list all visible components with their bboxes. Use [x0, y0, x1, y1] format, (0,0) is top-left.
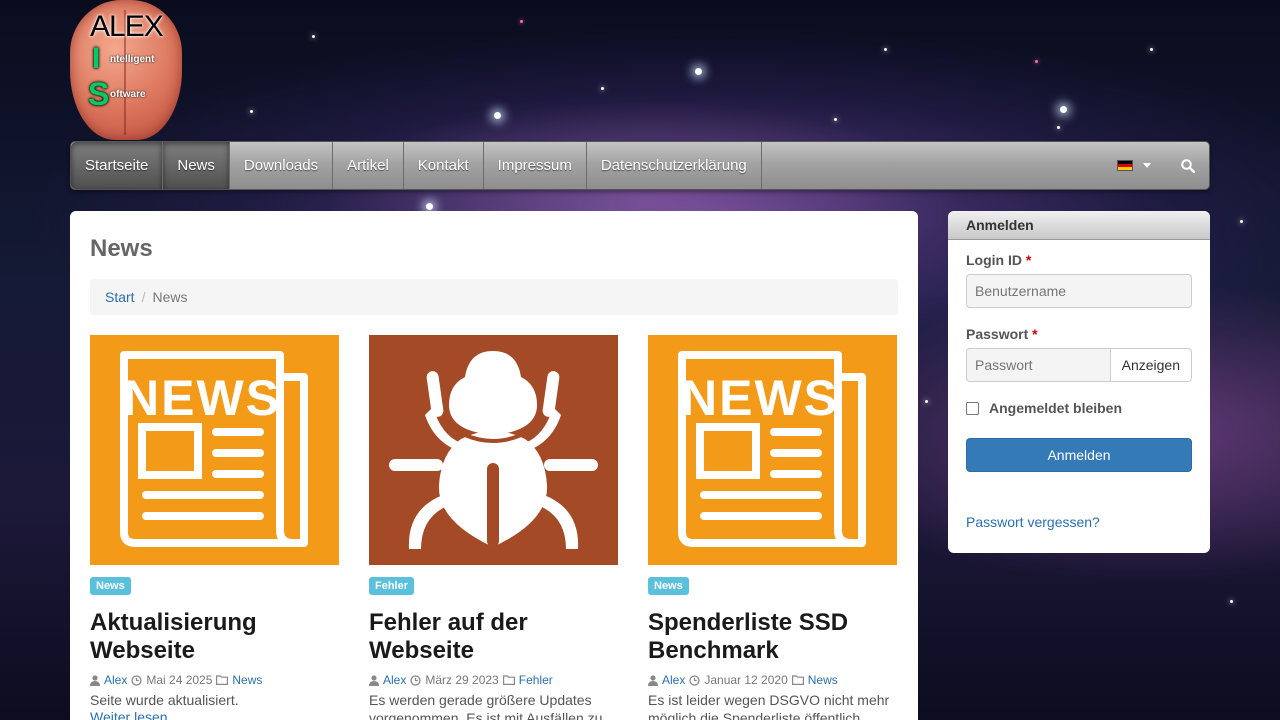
login-panel-title: Anmelden — [948, 211, 1210, 240]
news-title[interactable]: Aktualisierung Webseite — [90, 609, 339, 665]
password-input[interactable] — [966, 348, 1111, 382]
required-mark: * — [1025, 252, 1032, 268]
news-date: Januar 12 2020 — [704, 673, 788, 687]
clock-icon — [410, 674, 421, 686]
news-meta: Alex Mai 24 2025 News — [90, 673, 339, 687]
language-dropdown[interactable] — [1101, 160, 1167, 171]
breadcrumb: Start / News — [90, 279, 898, 315]
username-input[interactable] — [966, 274, 1192, 308]
author-link[interactable]: Alex — [104, 673, 127, 687]
nav-item-startseite[interactable]: Startseite — [71, 142, 164, 189]
required-mark: * — [1032, 326, 1038, 342]
folder-icon — [791, 675, 804, 685]
news-excerpt: Es ist leider wegen DSGVO nicht mehr mög… — [648, 692, 890, 720]
news-title[interactable]: Fehler auf der Webseite — [369, 609, 618, 665]
news-title[interactable]: Spenderliste SSD Benchmark — [648, 609, 897, 665]
category-badge[interactable]: News — [90, 577, 131, 595]
logo-letter-i: I — [92, 42, 101, 75]
page-title: News — [90, 235, 153, 262]
nav-item-kontakt[interactable]: Kontakt — [404, 142, 484, 189]
news-card: NEWS News Spenderliste SSD Benchmark Ale… — [648, 335, 897, 720]
newspaper-icon: NEWS — [678, 351, 866, 547]
show-password-button[interactable]: Anzeigen — [1110, 348, 1192, 382]
category-link[interactable]: Fehler — [519, 673, 553, 687]
logo-text-alex: ALEX — [90, 10, 164, 43]
german-flag-icon — [1117, 160, 1133, 171]
user-icon — [369, 674, 379, 686]
clock-icon — [131, 674, 142, 686]
news-meta: Alex März 29 2023 Fehler — [369, 673, 618, 687]
news-panel: News Start / News NEWS News Aktualisieru… — [70, 211, 918, 720]
svg-text:NEWS: NEWS — [123, 370, 281, 426]
search-icon — [1181, 158, 1195, 173]
breadcrumb-home-link[interactable]: Start — [105, 289, 135, 305]
category-link[interactable]: News — [232, 673, 262, 687]
bug-icon — [389, 351, 598, 549]
news-meta: Alex Januar 12 2020 News — [648, 673, 897, 687]
remember-me-label: Angemeldet bleiben — [989, 400, 1123, 416]
logo-word-intelligent: ntelligent — [110, 54, 155, 65]
news-date: März 29 2023 — [425, 673, 499, 687]
news-excerpt: Seite wurde aktualisiert. — [90, 692, 239, 708]
login-panel: Anmelden Login ID * Passwort * Anzeigen … — [948, 211, 1210, 553]
news-card-image[interactable]: NEWS — [90, 335, 339, 565]
news-excerpt: Es werden gerade größere Updates vorgeno… — [369, 692, 603, 720]
remember-me-checkbox[interactable] — [966, 401, 979, 415]
news-card: Fehler Fehler auf der Webseite Alex März… — [369, 335, 618, 720]
search-button[interactable] — [1167, 158, 1209, 173]
newspaper-icon: NEWS — [120, 351, 308, 547]
author-link[interactable]: Alex — [662, 673, 685, 687]
folder-icon — [216, 675, 229, 685]
nav-item-artikel[interactable]: Artikel — [333, 142, 404, 189]
nav-item-news[interactable]: News — [163, 142, 230, 189]
login-id-label: Login ID * — [966, 252, 1032, 268]
svg-text:NEWS: NEWS — [681, 370, 839, 426]
breadcrumb-current: News — [152, 289, 188, 305]
author-link[interactable]: Alex — [383, 673, 406, 687]
read-more-link[interactable]: Weiter lesen — [90, 709, 168, 720]
forgot-password-link[interactable]: Passwort vergessen? — [966, 514, 1192, 530]
news-card-image[interactable] — [369, 335, 618, 565]
breadcrumb-separator: / — [141, 289, 146, 305]
remember-me[interactable]: Angemeldet bleiben — [966, 400, 1192, 416]
main-navbar: Startseite News Downloads Artikel Kontak… — [70, 141, 1210, 190]
news-card: NEWS News Aktualisierung Webseite Alex M… — [90, 335, 339, 720]
nav-item-downloads[interactable]: Downloads — [230, 142, 334, 189]
password-label: Passwort * — [966, 326, 1038, 342]
category-link[interactable]: News — [808, 673, 838, 687]
news-date: Mai 24 2025 — [146, 673, 213, 687]
logo-word-software: oftware — [110, 89, 146, 100]
login-submit-button[interactable]: Anmelden — [966, 438, 1192, 472]
caret-down-icon — [1143, 163, 1151, 168]
category-badge[interactable]: News — [648, 577, 689, 595]
logo-letter-s: S — [88, 76, 110, 112]
user-icon — [648, 674, 658, 686]
category-badge[interactable]: Fehler — [369, 577, 415, 595]
nav-item-impressum[interactable]: Impressum — [484, 142, 587, 189]
news-card-image[interactable]: NEWS — [648, 335, 897, 565]
site-logo[interactable]: ALEX I ntelligent S oftware — [70, 0, 182, 140]
nav-item-datenschutz[interactable]: Datenschutzerklärung — [587, 142, 762, 189]
folder-icon — [502, 675, 515, 685]
clock-icon — [689, 674, 700, 686]
user-icon — [90, 674, 100, 686]
